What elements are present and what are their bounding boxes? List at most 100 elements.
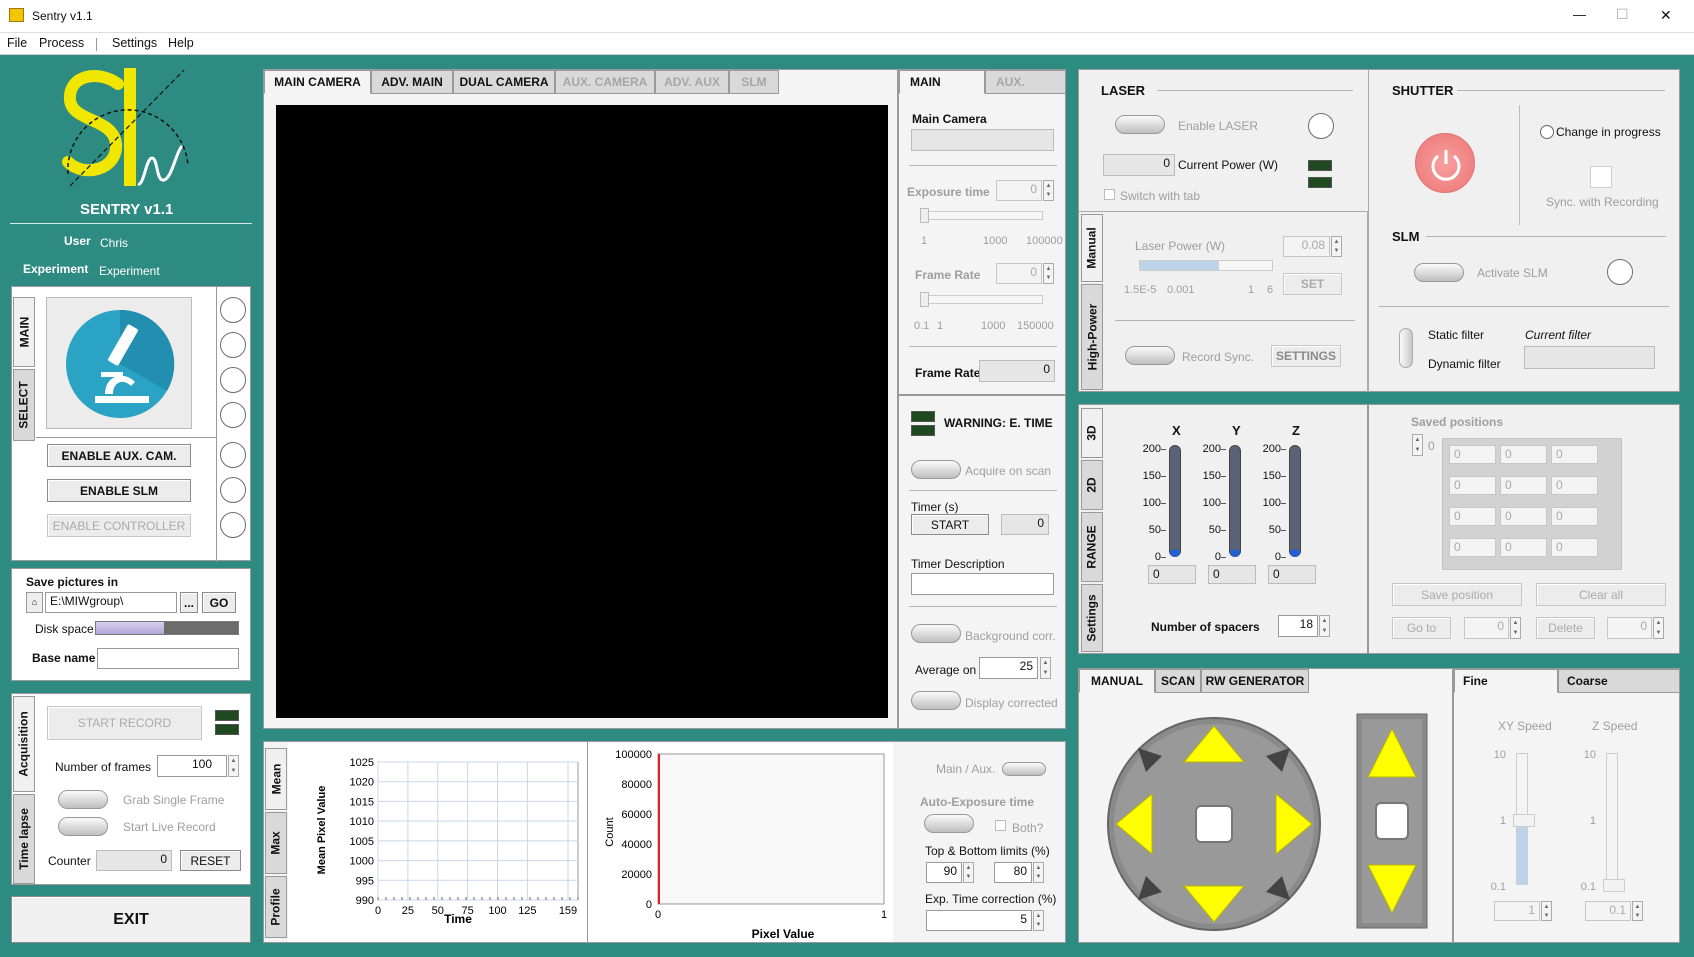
delete-button[interactable]: Delete xyxy=(1536,617,1595,639)
start-live-toggle[interactable] xyxy=(58,817,108,836)
framerate-stepper[interactable]: ▲ ▼ xyxy=(1043,263,1054,284)
goto-button[interactable]: Go to xyxy=(1392,617,1451,639)
menu-process[interactable]: Process xyxy=(39,36,84,50)
position-cell[interactable]: 0 xyxy=(1449,476,1496,495)
filter-switch[interactable] xyxy=(1399,328,1413,368)
tab-rw-generator[interactable]: RW GENERATOR xyxy=(1201,669,1309,693)
bottom-limit-stepper[interactable]: ▲ ▼ xyxy=(1033,862,1044,883)
timer-start-button[interactable]: START xyxy=(911,514,989,535)
browse-button[interactable]: ... xyxy=(180,592,198,613)
tab-select[interactable]: SELECT xyxy=(13,369,35,441)
position-cell[interactable]: 0 xyxy=(1500,445,1547,464)
record-sync-toggle[interactable] xyxy=(1125,346,1175,365)
tab-cam-aux[interactable]: AUX. xyxy=(985,70,1066,94)
tab-main-camera[interactable]: MAIN CAMERA xyxy=(264,70,371,94)
tab-3d[interactable]: 3D xyxy=(1081,408,1103,458)
tab-mean[interactable]: Mean xyxy=(265,748,287,810)
tab-dual-camera[interactable]: DUAL CAMERA xyxy=(453,70,555,94)
position-cell[interactable]: 0 xyxy=(1551,507,1598,526)
average-stepper[interactable]: ▲ ▼ xyxy=(1040,657,1051,679)
position-cell[interactable]: 0 xyxy=(1551,538,1598,557)
tab-motion-manual[interactable]: MANUAL xyxy=(1079,669,1155,693)
tab-slm[interactable]: SLM xyxy=(729,70,779,94)
bottom-limit-input[interactable]: 80 xyxy=(994,862,1032,883)
switch-tab-checkbox[interactable] xyxy=(1104,189,1115,200)
display-corrected-toggle[interactable] xyxy=(911,691,961,710)
main-aux-toggle[interactable] xyxy=(1002,762,1046,776)
go-button[interactable]: GO xyxy=(202,592,236,613)
background-corr-toggle[interactable] xyxy=(911,624,961,643)
reset-button[interactable]: RESET xyxy=(180,850,241,871)
menu-help[interactable]: Help xyxy=(168,36,194,50)
enable-slm-button[interactable]: ENABLE SLM xyxy=(47,479,191,502)
delete-stepper[interactable]: ▲ ▼ xyxy=(1653,617,1664,639)
axis-slider-x[interactable] xyxy=(1169,445,1181,557)
enable-controller-button[interactable]: ENABLE CONTROLLER xyxy=(47,514,191,537)
exposure-stepper[interactable]: ▲ ▼ xyxy=(1043,180,1054,201)
axis-slider-thumb[interactable] xyxy=(1170,550,1180,557)
both-checkbox[interactable] xyxy=(995,820,1006,831)
axis-slider-z[interactable] xyxy=(1289,445,1301,557)
frames-input[interactable]: 100 xyxy=(157,755,227,777)
spacers-input[interactable]: 18 xyxy=(1278,615,1318,637)
tab-adv-main[interactable]: ADV. MAIN xyxy=(371,70,453,94)
main-camera-select[interactable] xyxy=(911,129,1054,151)
microscope-tile[interactable] xyxy=(46,297,192,429)
laser-power-input[interactable]: 0.08 xyxy=(1283,236,1330,257)
save-path-input[interactable]: E:\MIWgroup\ xyxy=(45,592,177,613)
acquire-on-scan-toggle[interactable] xyxy=(911,460,961,479)
position-cell[interactable]: 0 xyxy=(1449,538,1496,557)
laser-settings-button[interactable]: SETTINGS xyxy=(1271,345,1341,367)
base-name-input[interactable] xyxy=(97,648,239,669)
start-record-button[interactable]: START RECORD xyxy=(47,706,202,740)
z-speed-stepper[interactable]: ▲ ▼ xyxy=(1632,901,1643,921)
tab-coarse[interactable]: Coarse xyxy=(1558,669,1680,693)
path-icon[interactable]: ⌂ xyxy=(26,592,43,613)
exposure-slider[interactable] xyxy=(920,208,1043,223)
camera-image[interactable] xyxy=(276,105,888,718)
position-cell[interactable]: 0 xyxy=(1449,507,1496,526)
auto-exposure-toggle[interactable] xyxy=(924,814,974,833)
z-speed-slider[interactable] xyxy=(1606,753,1618,885)
framerate-slider[interactable] xyxy=(920,292,1043,307)
position-index-stepper[interactable]: ▲ ▼ xyxy=(1412,434,1423,456)
position-cell[interactable]: 0 xyxy=(1449,445,1496,464)
tab-2d[interactable]: 2D xyxy=(1081,460,1103,510)
maximize-icon[interactable]: ☐ xyxy=(1616,6,1629,23)
enable-aux-cam-button[interactable]: ENABLE AUX. CAM. xyxy=(47,444,191,467)
delete-input[interactable]: 0 xyxy=(1607,617,1652,639)
tab-fine[interactable]: Fine xyxy=(1454,669,1558,693)
xy-speed-stepper[interactable]: ▲ ▼ xyxy=(1541,901,1552,921)
correction-stepper[interactable]: ▲ ▼ xyxy=(1033,910,1044,931)
spacers-stepper[interactable]: ▲ ▼ xyxy=(1319,615,1330,637)
position-cell[interactable]: 0 xyxy=(1500,538,1547,557)
axis-slider-thumb[interactable] xyxy=(1230,550,1240,557)
tab-profile[interactable]: Profile xyxy=(265,876,287,938)
exposure-input[interactable]: 0 xyxy=(996,180,1042,201)
tab-acquisition[interactable]: Acquisition xyxy=(13,696,35,792)
frames-stepper[interactable]: ▲ ▼ xyxy=(228,755,239,777)
save-position-button[interactable]: Save position xyxy=(1392,583,1522,606)
tab-manual[interactable]: Manual xyxy=(1081,214,1103,282)
close-icon[interactable]: ✕ xyxy=(1660,7,1672,24)
framerate-input[interactable]: 0 xyxy=(996,263,1042,284)
set-button[interactable]: SET xyxy=(1283,273,1342,295)
xy-joystick[interactable] xyxy=(1104,714,1324,934)
axis-slider-thumb[interactable] xyxy=(1290,550,1300,557)
z-speed-input[interactable]: 0.1 xyxy=(1585,901,1631,921)
grab-single-toggle[interactable] xyxy=(58,790,108,809)
tab-adv-aux[interactable]: ADV. AUX xyxy=(655,70,729,94)
minimize-icon[interactable]: — xyxy=(1573,7,1586,22)
clear-all-button[interactable]: Clear all xyxy=(1536,583,1666,606)
position-cell[interactable]: 0 xyxy=(1551,476,1598,495)
z-joystick[interactable] xyxy=(1356,713,1428,929)
average-input[interactable]: 25 xyxy=(979,657,1038,679)
timer-description-input[interactable] xyxy=(911,573,1054,595)
exit-button[interactable]: EXIT xyxy=(11,896,251,943)
tab-max[interactable]: Max xyxy=(265,812,287,874)
tab-aux-camera[interactable]: AUX. CAMERA xyxy=(555,70,655,94)
enable-laser-toggle[interactable] xyxy=(1115,115,1165,134)
tab-time-lapse[interactable]: Time lapse xyxy=(13,794,35,884)
menu-settings[interactable]: Settings xyxy=(112,36,157,50)
tab-high-power[interactable]: High-Power xyxy=(1081,284,1103,390)
